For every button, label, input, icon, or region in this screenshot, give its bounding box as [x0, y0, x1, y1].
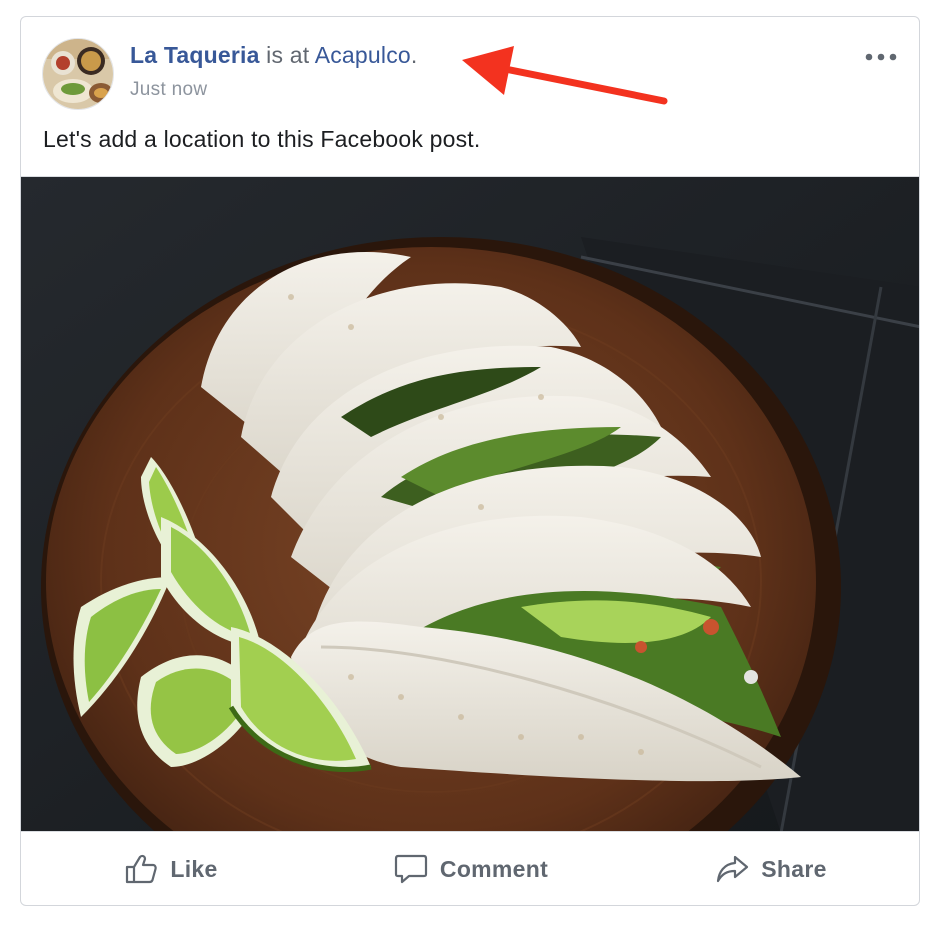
more-options-icon[interactable] [863, 47, 899, 67]
page-avatar[interactable] [42, 38, 114, 110]
speech-bubble-icon [394, 853, 428, 885]
thumbs-up-icon [124, 853, 158, 885]
post-actions-bar: Like Comment Share [21, 832, 919, 905]
like-button[interactable]: Like [21, 832, 321, 905]
post-timestamp[interactable]: Just now [130, 77, 207, 103]
location-link[interactable]: Acapulco [315, 42, 411, 68]
share-label: Share [761, 855, 827, 882]
share-arrow-icon [715, 853, 749, 885]
post-card: La Taqueria is at Acapulco. Just now Let… [20, 16, 920, 906]
period-text: . [410, 42, 418, 68]
share-button[interactable]: Share [621, 832, 919, 905]
like-label: Like [170, 855, 218, 882]
page-name-link[interactable]: La Taqueria [130, 42, 260, 68]
comment-label: Comment [439, 855, 549, 882]
post-text: Let's add a location to this Facebook po… [43, 126, 481, 152]
is-at-text: is at [259, 42, 315, 68]
post-photo[interactable] [21, 176, 919, 832]
post-headline: La Taqueria is at Acapulco. [130, 39, 418, 71]
comment-button[interactable]: Comment [321, 832, 621, 905]
